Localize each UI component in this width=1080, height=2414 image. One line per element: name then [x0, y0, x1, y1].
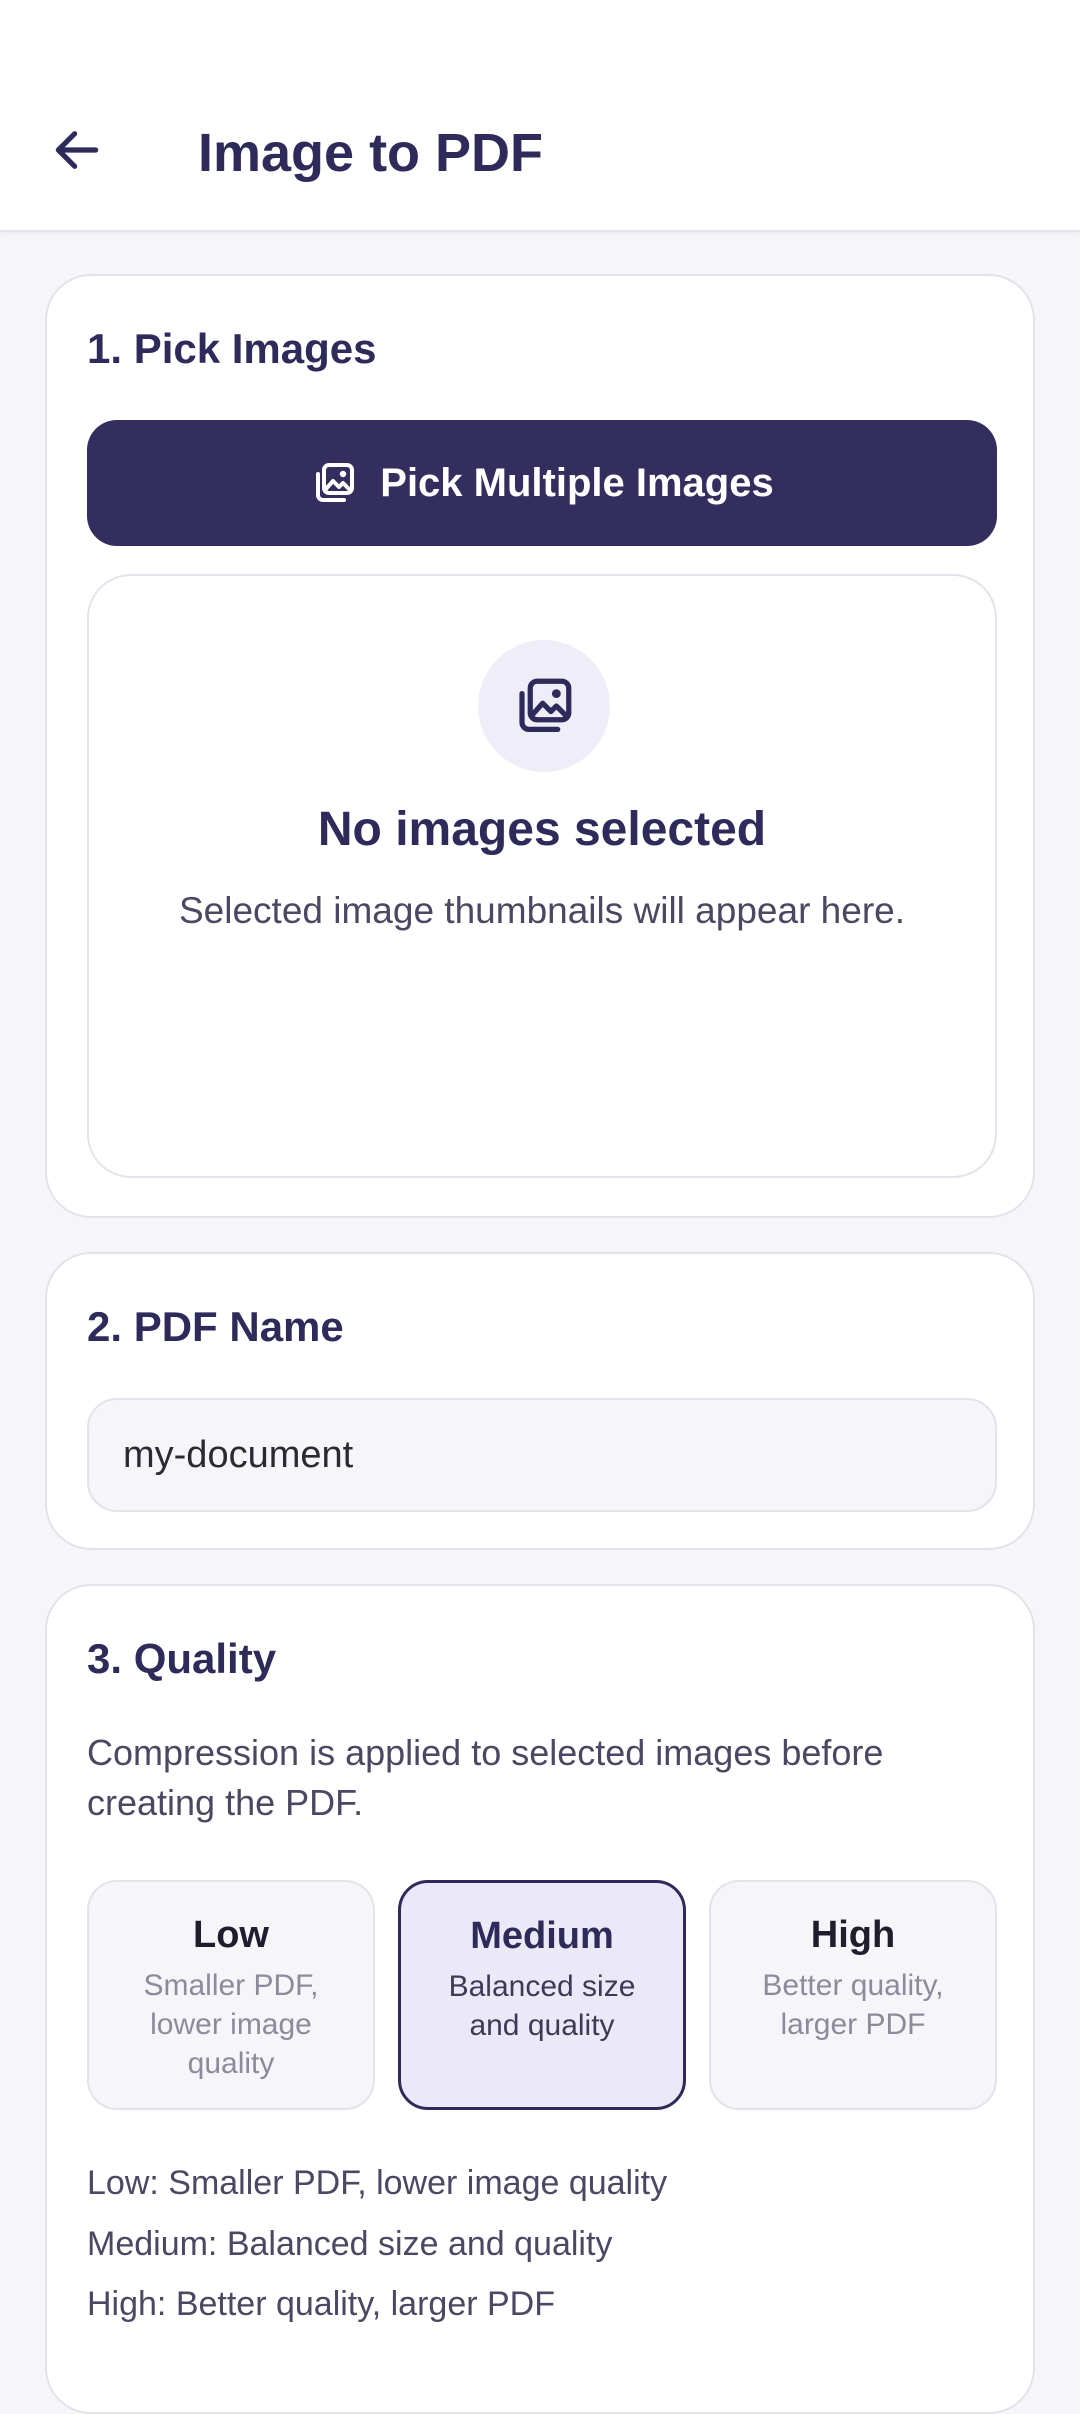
quality-option-desc: Smaller PDF, lower image quality [143, 1969, 319, 2080]
thumbnails-placeholder: No images selected Selected image thumbn… [87, 574, 997, 1178]
quality-option-desc: Balanced size and quality [448, 1970, 636, 2042]
quality-option-name: Medium [470, 1915, 614, 1957]
quality-option-desc: Better quality, larger PDF [762, 1969, 944, 2041]
quality-title: 3. Quality [87, 1635, 277, 1682]
quality-option-name: Low [193, 1914, 269, 1956]
quality-legend-low: Low: Smaller PDF, lower image quality [87, 2164, 668, 2202]
back-button[interactable] [40, 113, 114, 187]
empty-state-title: No images selected [317, 803, 767, 856]
quality-card: 3. Quality Compression is applied to sel… [45, 1584, 1035, 2414]
quality-option-name: High [810, 1914, 896, 1956]
pick-multiple-images-button[interactable]: Pick Multiple Images [87, 420, 997, 546]
page-title: Image to PDF [198, 123, 544, 183]
pick-multiple-images-label: Pick Multiple Images [380, 460, 774, 505]
pick-images-title: 1. Pick Images [87, 325, 377, 372]
quality-option-high[interactable]: High Better quality, larger PDF [709, 1880, 997, 2110]
empty-state-icon-circle [478, 640, 610, 772]
pdf-name-input[interactable] [87, 1398, 997, 1512]
quality-option-low[interactable]: Low Smaller PDF, lower image quality [87, 1880, 375, 2110]
empty-state-subtitle: Selected image thumbnails will appear he… [178, 890, 906, 931]
top-app-bar: Image to PDF [0, 0, 1080, 232]
pdf-name-title: 2. PDF Name [87, 1303, 344, 1350]
quality-legend-medium: Medium: Balanced size and quality [87, 2225, 613, 2263]
quality-option-medium[interactable]: Medium Balanced size and quality [398, 1880, 686, 2110]
quality-description: Compression is applied to selected image… [87, 1732, 884, 1823]
images-icon [316, 463, 355, 502]
images-icon [519, 678, 572, 732]
pdf-name-card: 2. PDF Name [45, 1252, 1035, 1550]
pick-images-card: 1. Pick Images Pick Multiple Images No i… [45, 274, 1035, 1218]
quality-legend-high: High: Better quality, larger PDF [87, 2285, 555, 2323]
arrow-left-icon [55, 131, 99, 169]
